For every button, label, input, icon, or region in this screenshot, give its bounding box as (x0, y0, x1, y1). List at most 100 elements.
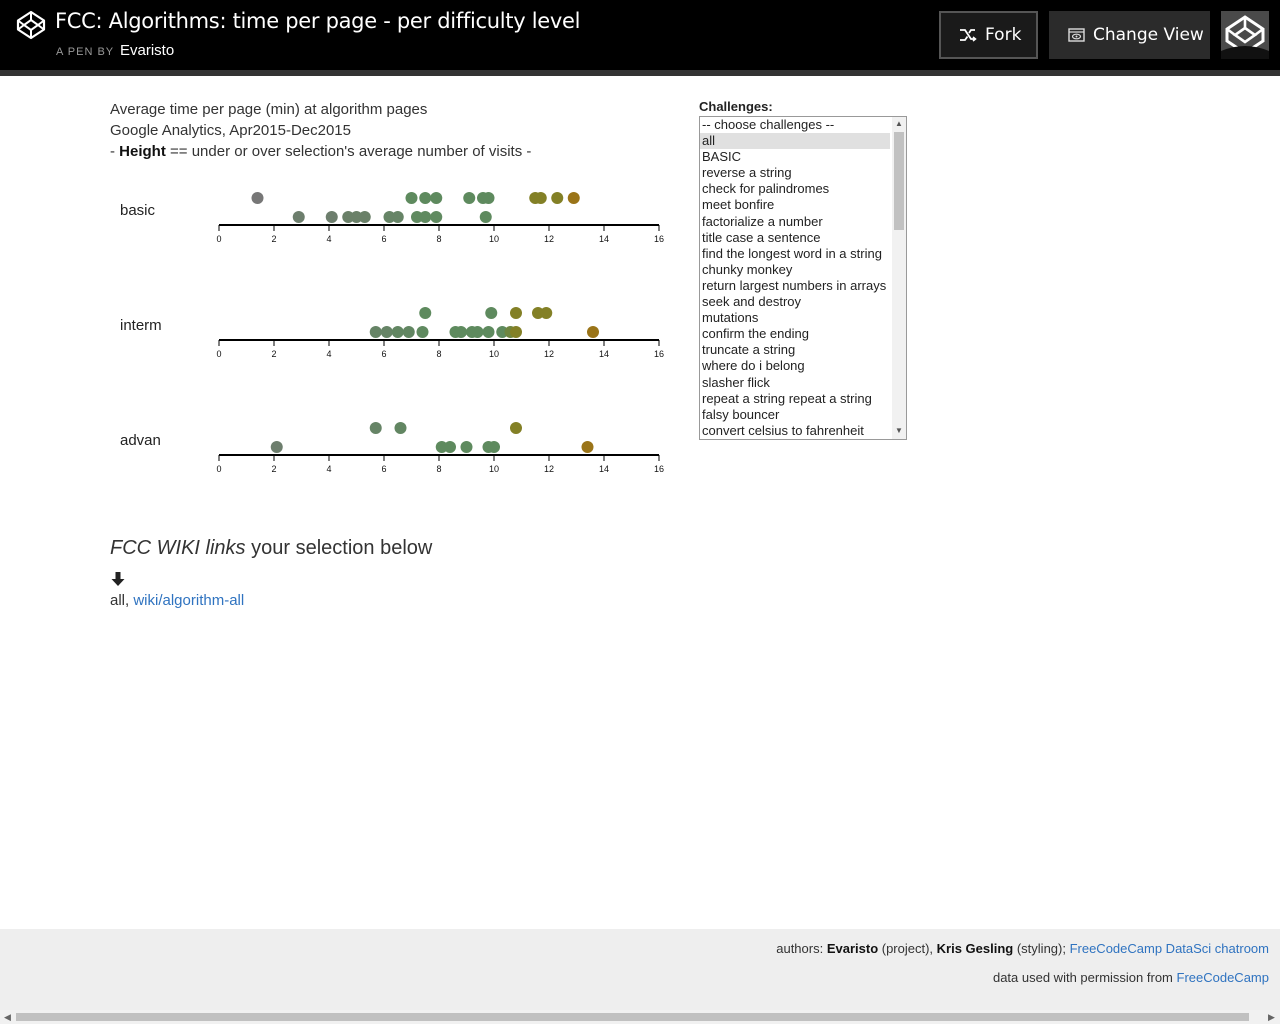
x-tick-label: 4 (326, 464, 331, 474)
data-point-under-average[interactable] (488, 441, 500, 453)
wiki-heading-rest: your selection below (245, 537, 433, 559)
user-avatar[interactable] (1221, 11, 1269, 59)
freecodecamp-link[interactable]: FreeCodeCamp (1177, 970, 1270, 985)
data-point-under-average[interactable] (510, 326, 522, 338)
desc-line-3-prefix: - (110, 143, 120, 160)
data-point-under-average[interactable] (369, 326, 382, 338)
data-point-under-average[interactable] (581, 441, 594, 453)
wiki-algorithm-link[interactable]: wiki/algorithm-all (133, 592, 244, 609)
x-tick-label: 14 (599, 234, 609, 244)
x-tick-label: 6 (381, 464, 386, 474)
chatroom-link[interactable]: FreeCodeCamp DataSci chatroom (1070, 941, 1269, 956)
challenge-option[interactable]: meet bonfire (700, 197, 890, 213)
data-point-under-average[interactable] (391, 326, 404, 338)
challenge-option[interactable]: reverse a string (700, 165, 890, 181)
challenge-option[interactable]: repeat a string repeat a string (700, 391, 890, 407)
data-point-under-average[interactable] (587, 326, 599, 338)
x-tick-label: 16 (654, 464, 664, 474)
arrow-down-icon (111, 572, 125, 586)
challenge-option[interactable]: factorialize a number (700, 214, 890, 230)
pen-title: FCC: Algorithms: time per page - per dif… (55, 9, 581, 33)
scroll-left-icon[interactable]: ◀ (4, 1012, 11, 1023)
data-point-under-average[interactable] (402, 326, 415, 338)
data-point-over-average[interactable] (251, 192, 264, 204)
data-point-under-average[interactable] (482, 326, 495, 338)
challenge-option[interactable]: mutations (700, 310, 890, 326)
x-tick-label: 2 (271, 234, 276, 244)
data-point-over-average[interactable] (510, 422, 522, 434)
data-point-under-average[interactable] (430, 211, 443, 223)
data-point-over-average[interactable] (419, 192, 432, 204)
codepen-logo-icon[interactable] (16, 10, 46, 40)
challenge-option[interactable]: title case a sentence (700, 230, 890, 246)
data-point-under-average[interactable] (471, 326, 484, 338)
challenge-option[interactable]: slasher flick (700, 375, 890, 391)
scrollbar-thumb[interactable] (894, 132, 904, 230)
x-tick-label: 6 (381, 234, 386, 244)
data-point-under-average[interactable] (380, 326, 393, 338)
data-point-over-average[interactable] (482, 192, 495, 204)
data-point-over-average[interactable] (419, 307, 432, 319)
challenge-option[interactable]: return largest numbers in arrays (700, 278, 890, 294)
data-point-over-average[interactable] (534, 192, 547, 204)
fork-button[interactable]: Fork (939, 11, 1038, 59)
data-point-over-average[interactable] (405, 192, 418, 204)
data-point-under-average[interactable] (416, 326, 429, 338)
data-point-over-average[interactable] (567, 192, 580, 204)
data-point-under-average[interactable] (460, 441, 473, 453)
challenge-option[interactable]: falsy bouncer (700, 407, 890, 423)
challenge-option[interactable]: chunky monkey (700, 262, 890, 278)
data-point-over-average[interactable] (463, 192, 476, 204)
challenge-option[interactable]: check for palindromes (700, 181, 890, 197)
byline-prefix: A PEN BY (56, 46, 114, 58)
dot-plot-chart: basic 0 2 4 6 8 10 12 14 16 interm 0 2 4 6 8 10 12 14 16 adv… (120, 192, 664, 474)
data-point-under-average[interactable] (270, 441, 283, 453)
data-point-over-average[interactable] (369, 422, 382, 434)
x-tick-label: 16 (654, 234, 664, 244)
fork-icon (960, 29, 977, 42)
x-tick-label: 10 (489, 349, 499, 359)
change-view-button[interactable]: Change View (1049, 11, 1210, 59)
x-tick-label: 6 (381, 349, 386, 359)
footer-data-prefix: data used with permission from (992, 970, 1177, 985)
challenge-option[interactable]: find the longest word in a string (700, 246, 890, 262)
data-point-under-average[interactable] (444, 441, 456, 453)
change-view-label: Change View (1093, 25, 1204, 45)
data-point-under-average[interactable] (455, 326, 467, 338)
x-tick-label: 10 (489, 464, 499, 474)
challenges-select[interactable]: -- choose challenges -- all BASIC reverse a… (699, 116, 907, 440)
challenge-option[interactable]: BASIC (700, 149, 890, 165)
scroll-up-icon[interactable]: ▲ (895, 120, 903, 128)
challenge-option[interactable]: convert celsius to fahrenheit (700, 423, 890, 439)
data-point-over-average[interactable] (485, 307, 498, 319)
x-tick-label: 0 (216, 349, 221, 359)
challenge-option[interactable]: seek and destroy (700, 294, 890, 310)
data-point-under-average[interactable] (292, 211, 305, 223)
challenge-option[interactable]: confirm the ending (700, 326, 890, 342)
data-point-over-average[interactable] (510, 307, 522, 319)
data-point-under-average[interactable] (325, 211, 338, 223)
data-point-over-average[interactable] (394, 422, 407, 434)
data-point-under-average[interactable] (479, 211, 492, 223)
footer-author-2-role: (styling); (1013, 941, 1070, 956)
challenges-options: -- choose challenges -- all BASIC reverse a… (700, 117, 906, 439)
data-point-under-average[interactable] (419, 211, 432, 223)
data-point-over-average[interactable] (430, 192, 443, 204)
chart-description: Average time per page (min) at algorithm… (110, 99, 531, 162)
data-point-under-average[interactable] (391, 211, 404, 223)
data-point-over-average[interactable] (551, 192, 564, 204)
challenge-option[interactable]: truncate a string (700, 342, 890, 358)
challenge-option[interactable]: all (700, 133, 890, 150)
challenge-option[interactable]: -- choose challenges -- (700, 117, 890, 133)
scroll-right-icon[interactable]: ▶ (1268, 1012, 1275, 1023)
challenges-scrollbar[interactable]: ▲ ▼ (892, 117, 906, 439)
horizontal-scrollbar-thumb[interactable] (16, 1013, 1249, 1021)
data-point-under-average[interactable] (358, 211, 371, 223)
horizontal-scrollbar[interactable]: ◀ ▶ (0, 1010, 1280, 1024)
pen-author-link[interactable]: Evaristo (120, 42, 174, 59)
data-point-over-average[interactable] (540, 307, 553, 319)
scroll-down-icon[interactable]: ▼ (895, 427, 903, 435)
x-tick-label: 10 (489, 234, 499, 244)
x-tick-label: 2 (271, 349, 276, 359)
challenge-option[interactable]: where do i belong (700, 358, 890, 374)
